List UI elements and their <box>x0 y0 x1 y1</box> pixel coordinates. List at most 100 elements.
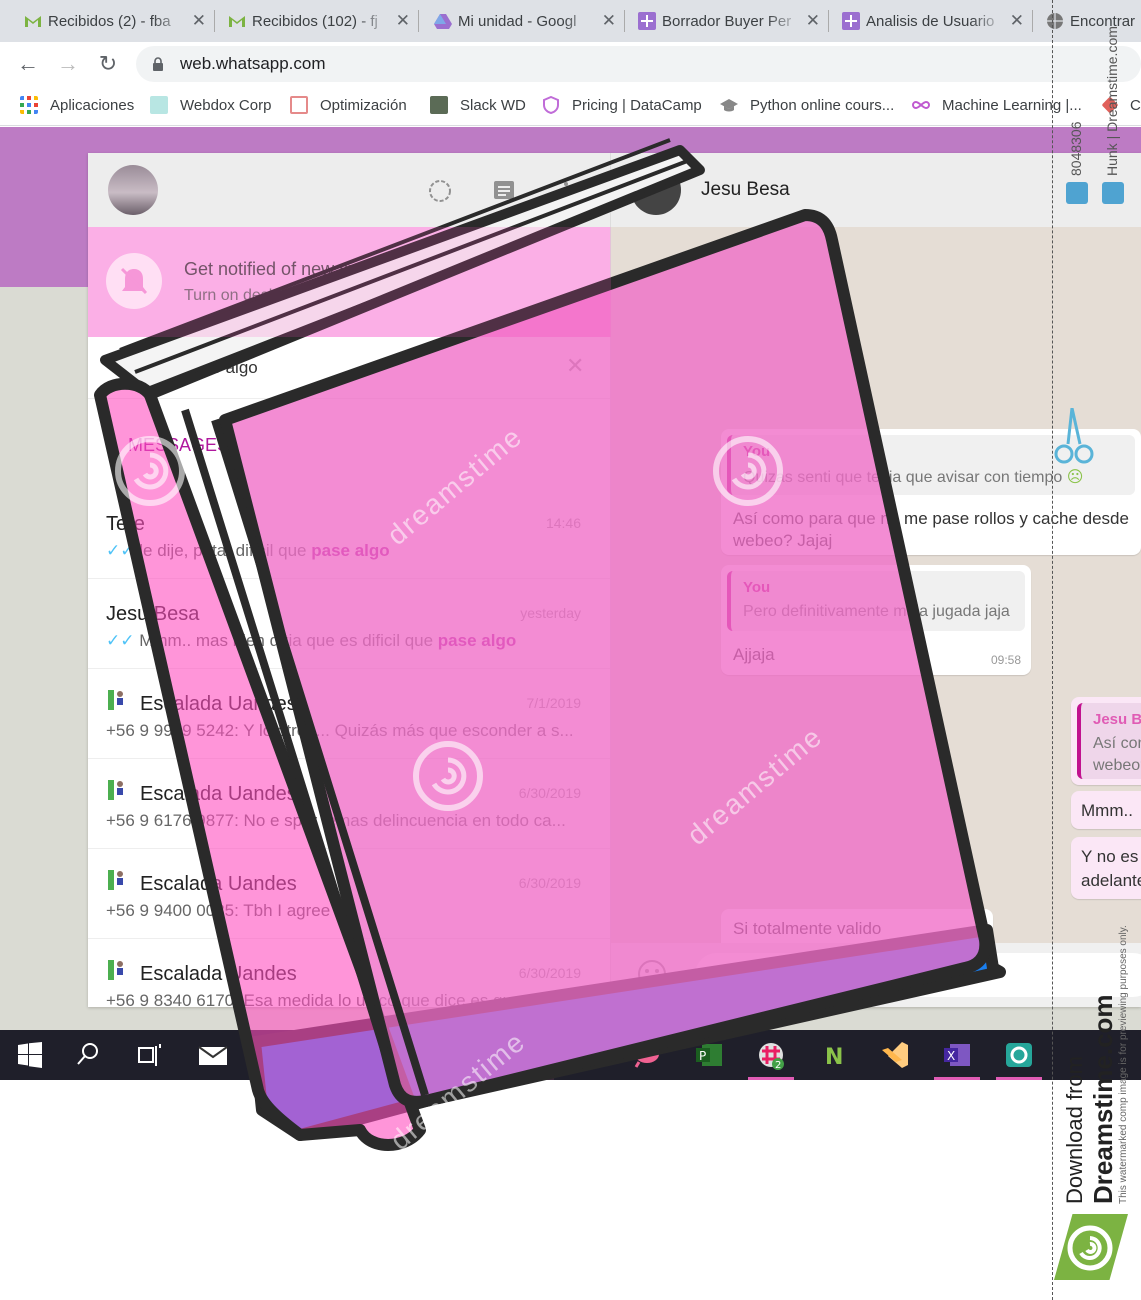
svg-text:2: 2 <box>775 1060 781 1070</box>
bookmarks-bar: Aplicaciones Webdox Corp Optimización Sl… <box>0 86 1141 126</box>
contact-avatar[interactable] <box>631 165 681 215</box>
svg-text:e: e <box>262 1040 280 1072</box>
bookmark-python[interactable]: Python online cours... <box>720 94 894 116</box>
new-chat-icon[interactable] <box>492 179 516 203</box>
store-icon[interactable] <box>368 1030 430 1080</box>
list-item[interactable]: Escalada Uandes 6/30/2019 +56 9 9400 008… <box>88 849 610 939</box>
grammarly-icon[interactable] <box>988 1030 1050 1080</box>
bookmark-apps[interactable]: Aplicaciones <box>20 94 134 116</box>
running-indicator <box>996 1077 1042 1080</box>
quoted-message[interactable]: You Pero definitivamente mala jugada jaj… <box>727 571 1025 631</box>
svg-text:X: X <box>947 1049 955 1063</box>
sidebar-header <box>88 153 610 227</box>
photos-icon[interactable] <box>554 1030 616 1080</box>
compose-bar: Type a message <box>611 943 1141 1007</box>
close-icon[interactable]: ✕ <box>806 11 820 31</box>
download-brand: Dreamstime.com <box>1088 994 1118 1204</box>
lock-icon <box>153 57 163 71</box>
back-arrow-icon[interactable]: ← <box>118 357 138 380</box>
tab-doc-buyer[interactable]: Borrador Buyer Per ✕ <box>636 4 826 38</box>
windows-taskbar: e P 2 N X <box>0 1030 1141 1080</box>
chat-pane: Jesu Besa You Quizas senti que tenia que… <box>611 153 1141 1007</box>
screenshot-root: { "tabs":[ {"label":"Recibidos (2) - fba… <box>0 0 1141 1300</box>
bookmark-slack[interactable]: Slack WD <box>430 94 526 116</box>
watermark-notice: This watermarked comp image is for previ… <box>1118 925 1129 1204</box>
message-bubble[interactable]: Jesu Be Así com webeo? <box>1071 697 1141 785</box>
task-view-icon[interactable] <box>120 1030 182 1080</box>
close-icon[interactable]: ✕ <box>1010 11 1024 31</box>
bookmark-ml[interactable]: Machine Learning |... <box>912 94 1082 116</box>
tab-doc-analisis[interactable]: Analisis de Usuario ✕ <box>840 4 1030 38</box>
notification-title: Get notified of new messages <box>184 259 422 279</box>
url-field[interactable]: web.whatsapp.com <box>136 46 1141 82</box>
close-icon[interactable]: ✕ <box>192 11 206 31</box>
message-input[interactable]: Type a message <box>695 953 1141 997</box>
emoji-icon[interactable] <box>637 959 667 989</box>
edge-browser-icon[interactable]: e <box>244 1030 306 1080</box>
tab-separator <box>214 10 215 32</box>
start-windows-icon[interactable] <box>0 1030 62 1080</box>
copyright-badge-icon <box>1102 182 1124 204</box>
gmail-icon <box>229 16 245 27</box>
menu-dots-icon[interactable] <box>554 179 578 203</box>
message-bubble[interactable]: You Pero definitivamente mala jugada jaj… <box>721 565 1031 675</box>
clear-search-icon[interactable]: ✕ <box>566 353 584 379</box>
climber-emoji-icon <box>106 689 128 711</box>
slack-icon[interactable]: 2 <box>740 1030 802 1080</box>
svg-text:P: P <box>699 1049 706 1063</box>
tab-gmail-1[interactable]: Recibidos (2) - fba ✕ <box>22 4 212 38</box>
svg-text:N: N <box>825 1045 843 1070</box>
optimize-icon <box>290 96 308 114</box>
notification-link[interactable]: Turn on desktop notifications › <box>184 287 398 305</box>
message-bubble[interactable]: Mmm.. <box>1071 791 1141 829</box>
search-input[interactable] <box>184 353 554 383</box>
bookmark-webdox[interactable]: Webdox Corp <box>150 94 271 116</box>
running-indicator <box>748 1077 794 1080</box>
scissors-icon <box>1054 408 1094 464</box>
notification-banner[interactable]: Get notified of new messages Turn on des… <box>88 227 610 337</box>
list-item[interactable]: Jesu Besa yesterday ✓✓ Mmm.. mas bien di… <box>88 579 610 669</box>
tab-encontrar[interactable]: Encontrar <box>1044 4 1141 38</box>
quoted-message[interactable]: Jesu Be Así com webeo? <box>1077 703 1141 779</box>
project-icon[interactable]: P <box>678 1030 740 1080</box>
message-bubble[interactable]: Si totalmente valido <box>721 909 993 943</box>
bookmark-optimizacion[interactable]: Optimización <box>290 94 407 116</box>
avatar[interactable] <box>108 165 158 215</box>
list-item[interactable]: Escalada Uandes 6/30/2019 +56 9 8340 617… <box>88 939 610 1007</box>
vscode-icon[interactable] <box>864 1030 926 1080</box>
dreamstime-swirl-icon <box>1067 1225 1113 1271</box>
download-label: Download from <box>1062 1056 1087 1204</box>
close-icon[interactable]: ✕ <box>602 11 616 31</box>
excel-icon[interactable]: X <box>926 1030 988 1080</box>
tab-gmail-2[interactable]: Recibidos (102) - fj ✕ <box>226 4 416 38</box>
tab-drive[interactable]: Mi unidad - Googl ✕ <box>432 4 622 38</box>
address-bar-row: ← → ↻ web.whatsapp.com <box>0 42 1141 86</box>
status-icon[interactable] <box>428 179 452 203</box>
reload-icon[interactable]: ↻ <box>96 52 120 76</box>
notion-icon[interactable]: N <box>802 1030 864 1080</box>
page-content: Get notified of new messages Turn on des… <box>0 127 1141 1030</box>
tab-separator <box>1032 10 1033 32</box>
folder-icon[interactable] <box>306 1030 368 1080</box>
mail-icon[interactable] <box>182 1030 244 1080</box>
message-time: 09:58 <box>990 653 1021 667</box>
dreamstime-swirl-icon <box>115 436 185 506</box>
bookmark-datacamp[interactable]: Pricing | DataCamp <box>542 94 702 116</box>
chat-sidebar: Get notified of new messages Turn on des… <box>88 153 611 1007</box>
climber-emoji-icon <box>106 959 128 981</box>
tab-separator <box>418 10 419 32</box>
climber-emoji-icon <box>106 779 128 801</box>
tab-separator <box>828 10 829 32</box>
search-icon[interactable] <box>60 1030 122 1080</box>
slack-icon <box>430 96 448 114</box>
chat-header[interactable]: Jesu Besa <box>611 153 1141 227</box>
forward-arrow-icon[interactable]: → <box>56 52 80 76</box>
brain-app-icon[interactable] <box>616 1030 678 1080</box>
doc-icon <box>842 12 860 30</box>
list-item[interactable]: Escalada Uandes 6/30/2019 +56 9 6176 987… <box>88 759 610 849</box>
close-icon[interactable]: ✕ <box>396 11 410 31</box>
back-arrow-icon[interactable]: ← <box>16 52 40 76</box>
list-item[interactable]: Escalada Uandes 7/1/2019 +56 9 9909 5242… <box>88 669 610 759</box>
message-bubble[interactable]: Y no es adelante <box>1071 837 1141 899</box>
bell-off-icon <box>106 253 162 309</box>
